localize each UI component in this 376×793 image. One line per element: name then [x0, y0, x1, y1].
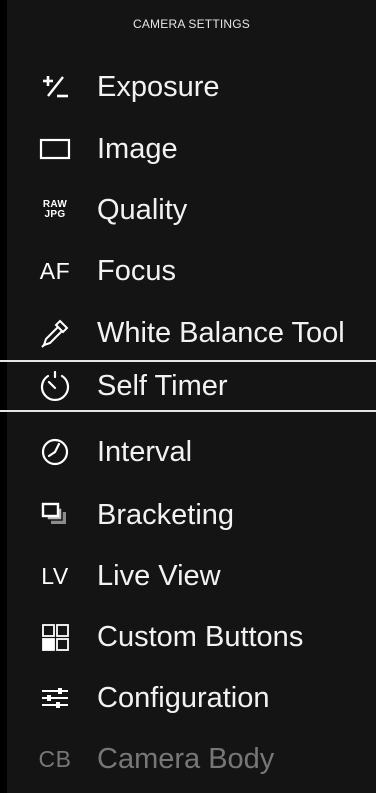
menu-item-image[interactable]: Image	[7, 118, 376, 180]
image-frame-icon	[35, 131, 75, 167]
af-icon: AF	[35, 253, 75, 289]
menu-item-quality[interactable]: RAW JPG Quality	[7, 179, 376, 241]
menu-item-custom-buttons[interactable]: Custom Buttons	[7, 606, 376, 668]
menu-item-label: Configuration	[97, 681, 270, 714]
menu-item-label: Bracketing	[97, 498, 235, 531]
cb-icon: CB	[35, 741, 75, 777]
menu-item-label: Live View	[97, 559, 221, 592]
interval-clock-icon	[35, 434, 75, 470]
menu-item-exposure[interactable]: Exposure	[7, 56, 376, 118]
menu-item-label: Self Timer	[97, 369, 228, 402]
menu-item-label: Exposure	[97, 70, 220, 103]
bracketing-icon	[35, 497, 75, 533]
lv-icon: LV	[35, 558, 75, 594]
menu-title: CAMERA SETTINGS	[132, 17, 251, 31]
self-timer-icon	[35, 368, 75, 404]
jpg-label: JPG	[44, 209, 66, 220]
menu-item-label: White Balance Tool	[97, 316, 345, 349]
cb-text: CB	[38, 745, 72, 772]
custom-buttons-icon	[35, 619, 75, 655]
menu-item-bracketing[interactable]: Bracketing	[7, 484, 376, 546]
menu-item-self-timer[interactable]: Self Timer	[7, 362, 376, 410]
menu-item-focus[interactable]: AF Focus	[7, 240, 376, 302]
menu-item-configuration[interactable]: Configuration	[7, 667, 376, 729]
sliders-icon	[35, 680, 75, 716]
menu-item-live-view[interactable]: LV Live View	[7, 545, 376, 607]
menu-item-label: Image	[97, 132, 178, 165]
af-text: AF	[39, 257, 71, 284]
menu-item-label: Camera Body	[97, 742, 275, 775]
exposure-compensation-icon	[35, 69, 75, 105]
menu-item-label: Custom Buttons	[97, 620, 304, 653]
eyedropper-icon	[35, 315, 75, 351]
menu-item-label: Interval	[97, 435, 193, 468]
selection-line-bottom	[0, 410, 376, 412]
raw-jpg-icon: RAW JPG	[35, 192, 75, 228]
menu-item-camera-body: CB Camera Body	[7, 728, 376, 790]
camera-settings-panel: CAMERA SETTINGS Exposure Image RAW JPG Q…	[0, 0, 376, 793]
menu-item-interval[interactable]: Interval	[7, 421, 376, 483]
lv-text: LV	[41, 562, 69, 589]
menu-item-white-balance-tool[interactable]: White Balance Tool	[7, 302, 376, 364]
menu-item-label: Quality	[97, 193, 188, 226]
menu-item-label: Focus	[97, 254, 176, 287]
